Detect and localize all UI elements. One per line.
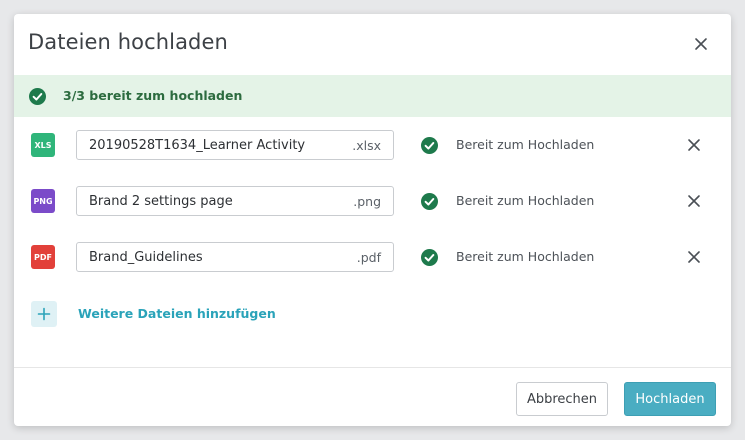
plus-icon	[37, 307, 51, 321]
check-circle-icon	[421, 193, 438, 210]
add-files-button[interactable]	[31, 301, 57, 327]
upload-dialog: Dateien hochladen 3/3 bereit zum hochlad…	[14, 14, 731, 426]
xls-file-icon: XLS	[31, 133, 55, 157]
file-name-input[interactable]	[77, 243, 357, 271]
file-row: XLS .xlsx Bereit zum Hochladen	[14, 123, 731, 167]
file-extension: .pdf	[356, 250, 381, 265]
file-status: Bereit zum Hochladen	[456, 137, 595, 152]
close-icon	[688, 195, 700, 207]
file-name-field[interactable]: .xlsx	[76, 130, 394, 160]
check-circle-icon	[421, 249, 438, 266]
check-circle-icon	[421, 137, 438, 154]
png-file-icon: PNG	[31, 189, 55, 213]
file-row: PNG .png Bereit zum Hochladen	[14, 179, 731, 223]
close-icon	[688, 251, 700, 263]
file-name-field[interactable]: .pdf	[76, 242, 394, 272]
dialog-header: Dateien hochladen	[14, 14, 731, 76]
ready-banner: 3/3 bereit zum hochladen	[14, 75, 731, 117]
cancel-button[interactable]: Abbrechen	[516, 382, 608, 416]
ready-banner-text: 3/3 bereit zum hochladen	[63, 88, 243, 103]
dialog-footer: Abbrechen Hochladen	[14, 367, 731, 426]
file-status: Bereit zum Hochladen	[456, 193, 595, 208]
remove-file-button[interactable]	[685, 136, 703, 154]
file-extension: .xlsx	[352, 138, 381, 153]
file-name-input[interactable]	[77, 131, 357, 159]
add-files-link[interactable]: Weitere Dateien hinzufügen	[78, 306, 276, 321]
file-row: PDF .pdf Bereit zum Hochladen	[14, 235, 731, 279]
file-status: Bereit zum Hochladen	[456, 249, 595, 264]
file-name-field[interactable]: .png	[76, 186, 394, 216]
dialog-title: Dateien hochladen	[28, 30, 228, 54]
close-dialog-button[interactable]	[691, 34, 711, 54]
close-icon	[688, 139, 700, 151]
upload-button[interactable]: Hochladen	[624, 382, 716, 416]
pdf-file-icon: PDF	[31, 245, 55, 269]
check-circle-icon	[29, 88, 46, 105]
file-extension: .png	[353, 194, 381, 209]
close-icon	[695, 38, 707, 50]
remove-file-button[interactable]	[685, 192, 703, 210]
remove-file-button[interactable]	[685, 248, 703, 266]
file-name-input[interactable]	[77, 187, 357, 215]
